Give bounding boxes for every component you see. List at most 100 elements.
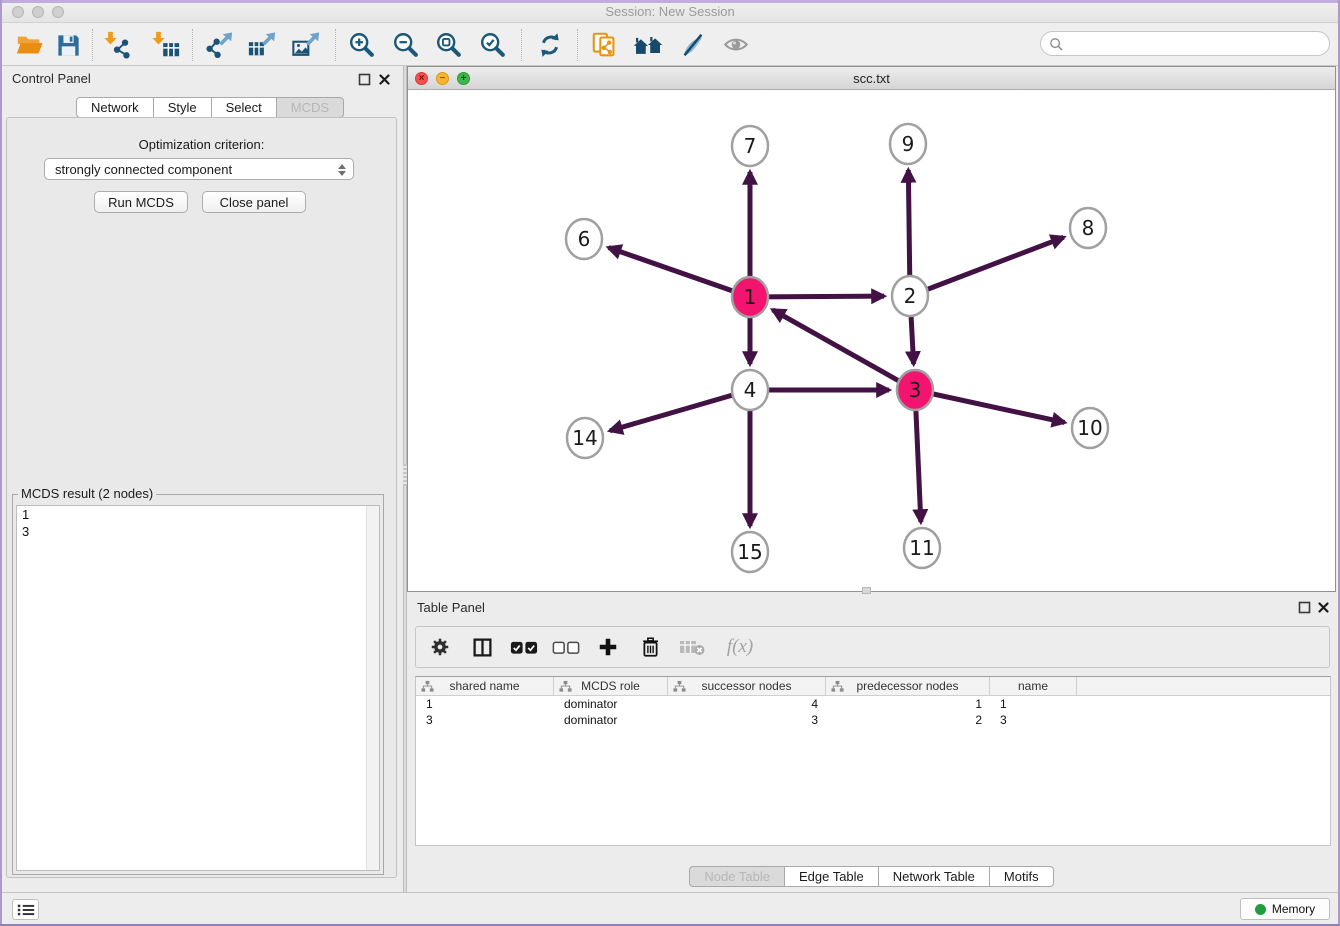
network-overview-button[interactable] — [630, 27, 666, 63]
column-header-shared-name[interactable]: shared name — [416, 677, 554, 695]
zoom-fit-button[interactable] — [431, 27, 467, 63]
import-table-button[interactable] — [148, 27, 184, 63]
import-network-button[interactable] — [100, 27, 136, 63]
select-all-button[interactable] — [510, 633, 538, 661]
graph-node-10[interactable]: 10 — [1072, 408, 1108, 448]
table-panel-float-icon[interactable] — [1298, 601, 1311, 614]
tab-style[interactable]: Style — [154, 97, 212, 118]
column-label: predecessor nodes — [856, 679, 958, 693]
columns-icon — [472, 637, 493, 658]
tab-mcds[interactable]: MCDS — [277, 97, 344, 118]
cell-predecessor-nodes: 2 — [826, 712, 990, 728]
graph-edge-2-8[interactable] — [910, 237, 1064, 296]
graph-node-6[interactable]: 6 — [566, 219, 602, 259]
table-panel-close-icon[interactable] — [1317, 601, 1330, 614]
graph-edge-3-1[interactable] — [773, 310, 915, 390]
zoom-out-button[interactable] — [388, 27, 424, 63]
tab-motifs[interactable]: Motifs — [990, 866, 1054, 887]
graph-node-2[interactable]: 2 — [892, 276, 928, 316]
graph-node-8[interactable]: 8 — [1070, 208, 1106, 248]
apply-layout-button[interactable] — [532, 27, 568, 63]
export-table-button[interactable] — [244, 27, 280, 63]
optimization-criterion-select[interactable]: strongly connected component — [44, 158, 354, 180]
zoom-out-icon — [391, 30, 421, 60]
task-history-button[interactable] — [12, 899, 39, 920]
run-mcds-button[interactable]: Run MCDS — [94, 191, 188, 213]
import-table-icon — [151, 30, 181, 60]
zoom-fit-icon — [434, 30, 464, 60]
network-window-titlebar[interactable]: × − + scc.txt — [408, 67, 1335, 90]
zoom-in-button[interactable] — [344, 27, 380, 63]
show-columns-button[interactable] — [468, 633, 496, 661]
graph-node-label: 1 — [744, 285, 757, 309]
export-image-button[interactable] — [288, 27, 324, 63]
graph-edge-3-10[interactable] — [915, 390, 1065, 422]
column-type-icon — [421, 680, 434, 693]
graph-node-1[interactable]: 1 — [732, 277, 768, 317]
clone-network-button[interactable] — [587, 27, 623, 63]
select-all-icon — [510, 639, 538, 656]
column-header-filler — [1077, 677, 1330, 695]
cell-successor-nodes: 3 — [668, 712, 826, 728]
export-network-button[interactable] — [201, 27, 237, 63]
graph-edge-1-6[interactable] — [609, 248, 750, 297]
graph-node-11[interactable]: 11 — [904, 528, 940, 568]
apply-layout-icon — [536, 31, 564, 59]
tab-edge-table[interactable]: Edge Table — [785, 866, 879, 887]
graph-node-7[interactable]: 7 — [732, 126, 768, 166]
cell-mcds-role: dominator — [554, 712, 668, 728]
search-input[interactable] — [1069, 34, 1319, 53]
column-header-name[interactable]: name — [990, 677, 1077, 695]
result-scrollbar[interactable] — [366, 506, 379, 870]
save-session-icon — [55, 32, 82, 59]
graph-node-3[interactable]: 3 — [897, 370, 933, 410]
column-header-successor-nodes[interactable]: successor nodes — [668, 677, 826, 695]
memory-button[interactable]: Memory — [1240, 898, 1330, 920]
column-header-predecessor-nodes[interactable]: predecessor nodes — [826, 677, 990, 695]
graph-node-9[interactable]: 9 — [890, 124, 926, 164]
mcds-result-list[interactable]: 1 3 — [16, 505, 380, 871]
export-table-icon — [247, 30, 277, 60]
mcds-result-group: MCDS result (2 nodes) 1 3 — [12, 494, 384, 875]
table-row[interactable]: 1 dominator 4 1 1 — [416, 696, 1330, 712]
optimization-criterion-label: Optimization criterion: — [6, 137, 397, 152]
tab-node-table[interactable]: Node Table — [689, 866, 785, 887]
gear-icon — [429, 636, 451, 658]
deselect-all-button[interactable] — [552, 633, 580, 661]
open-session-button[interactable] — [12, 27, 48, 63]
column-header-mcds-role[interactable]: MCDS role — [554, 677, 668, 695]
graph-node-15[interactable]: 15 — [732, 532, 768, 572]
delete-column-button[interactable] — [678, 633, 706, 661]
graph-node-14[interactable]: 14 — [567, 418, 603, 458]
zoom-in-icon — [347, 30, 377, 60]
tab-network[interactable]: Network — [76, 97, 154, 118]
delete-row-button[interactable] — [636, 633, 664, 661]
table-settings-button[interactable] — [426, 633, 454, 661]
zoom-selected-button[interactable] — [475, 27, 511, 63]
table-row[interactable]: 3 dominator 3 2 3 — [416, 712, 1330, 728]
control-panel-close-icon[interactable] — [378, 73, 391, 86]
save-session-button[interactable] — [50, 27, 86, 63]
cell-successor-nodes: 4 — [668, 696, 826, 712]
graph-edge-4-14[interactable] — [610, 390, 750, 431]
table-panel-title: Table Panel — [417, 600, 485, 615]
control-panel-title: Control Panel — [12, 71, 91, 86]
hide-graphics-details-button[interactable] — [718, 27, 754, 63]
mcds-result-node: 3 — [17, 523, 379, 540]
function-builder-button[interactable]: f(x) — [720, 633, 760, 661]
horizontal-splitter-handle[interactable] — [862, 587, 871, 594]
add-column-button[interactable] — [594, 633, 622, 661]
graph-svg[interactable]: 1 2 3 4 6 7 8 9 10 11 14 15 — [408, 90, 1335, 591]
search-icon — [1049, 37, 1064, 52]
clone-network-icon — [590, 30, 620, 60]
tab-network-table[interactable]: Network Table — [879, 866, 990, 887]
search-field[interactable] — [1040, 31, 1330, 56]
network-canvas[interactable]: 1 2 3 4 6 7 8 9 10 11 14 15 — [408, 90, 1335, 591]
graph-edge-1-2[interactable] — [750, 296, 884, 297]
control-panel-float-icon[interactable] — [358, 73, 371, 86]
tab-select[interactable]: Select — [212, 97, 277, 118]
show-graphics-details-button[interactable] — [674, 27, 710, 63]
table-toolbar: f(x) — [415, 626, 1330, 668]
close-panel-button[interactable]: Close panel — [202, 191, 306, 213]
graph-node-4[interactable]: 4 — [732, 370, 768, 410]
